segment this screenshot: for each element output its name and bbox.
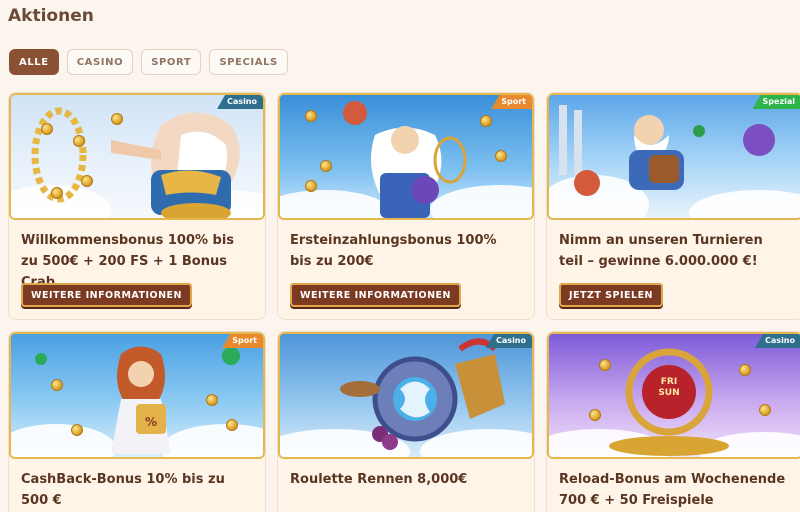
zeus-illustration (31, 107, 240, 218)
promo-image-goddess[interactable]: % Sport (9, 332, 265, 459)
promo-image-zeus-coins[interactable]: Casino (9, 93, 265, 220)
filter-specials[interactable]: SPECIALS (209, 49, 288, 75)
more-info-button[interactable]: WEITERE INFORMATIONEN (290, 283, 462, 307)
promo-card-roulette[interactable]: Casino Roulette Rennen 8,000€ (277, 331, 535, 512)
filter-all[interactable]: ALLE (9, 49, 59, 75)
promo-image-weekend-wheel[interactable]: FRI SUN Casino (547, 332, 800, 459)
category-tag: Casino (217, 95, 263, 109)
promo-card-welcome[interactable]: Casino Willkommensbonus 100% bis zu 500€… (8, 92, 266, 320)
page-title: Aktionen (8, 6, 94, 26)
roulette-illustration (340, 338, 505, 450)
promo-image-zeus-runner[interactable]: Spezial (547, 93, 800, 220)
play-now-button[interactable]: JETZT SPIELEN (559, 283, 664, 307)
promo-title: Ersteinzahlungsbonus 100% bis zu 200€ (290, 233, 497, 269)
category-tag: Casino (486, 334, 532, 348)
category-tag: Spezial (752, 95, 800, 109)
promo-card-cashback[interactable]: % Sport CashBack-Bonus 10% bis zu 500 € (8, 331, 266, 512)
more-info-button[interactable]: WEITERE INFORMATIONEN (21, 283, 193, 307)
promo-image-roulette[interactable]: Casino (278, 332, 534, 459)
svg-text:%: % (145, 415, 157, 429)
promo-title: Nimm an unseren Turnieren teil – gewinne… (559, 233, 763, 269)
goddess-illustration: % (35, 346, 240, 454)
promo-card-first-deposit[interactable]: Sport Ersteinzahlungsbonus 100% bis zu 2… (277, 92, 535, 320)
fri-sun-badge: FRI SUN (658, 377, 680, 398)
filter-casino[interactable]: CASINO (66, 49, 134, 75)
promo-image-zeus-sports[interactable]: Sport (278, 93, 534, 220)
promo-title: Reload-Bonus am Wochenende 700 € + 50 Fr… (559, 472, 786, 508)
promo-card-reload[interactable]: FRI SUN Casino Reload-Bonus am Wochenend… (546, 331, 800, 512)
filter-bar: ALLE CASINO SPORT SPECIALS (9, 49, 288, 75)
filter-sport[interactable]: SPORT (141, 49, 202, 75)
promo-title: Roulette Rennen 8,000€ (290, 472, 468, 487)
promo-title: CashBack-Bonus 10% bis zu 500 € (21, 472, 225, 508)
zeus-runner-illustration (559, 105, 775, 196)
promo-card-tournaments[interactable]: Spezial Nimm an unseren Turnieren teil –… (546, 92, 800, 320)
